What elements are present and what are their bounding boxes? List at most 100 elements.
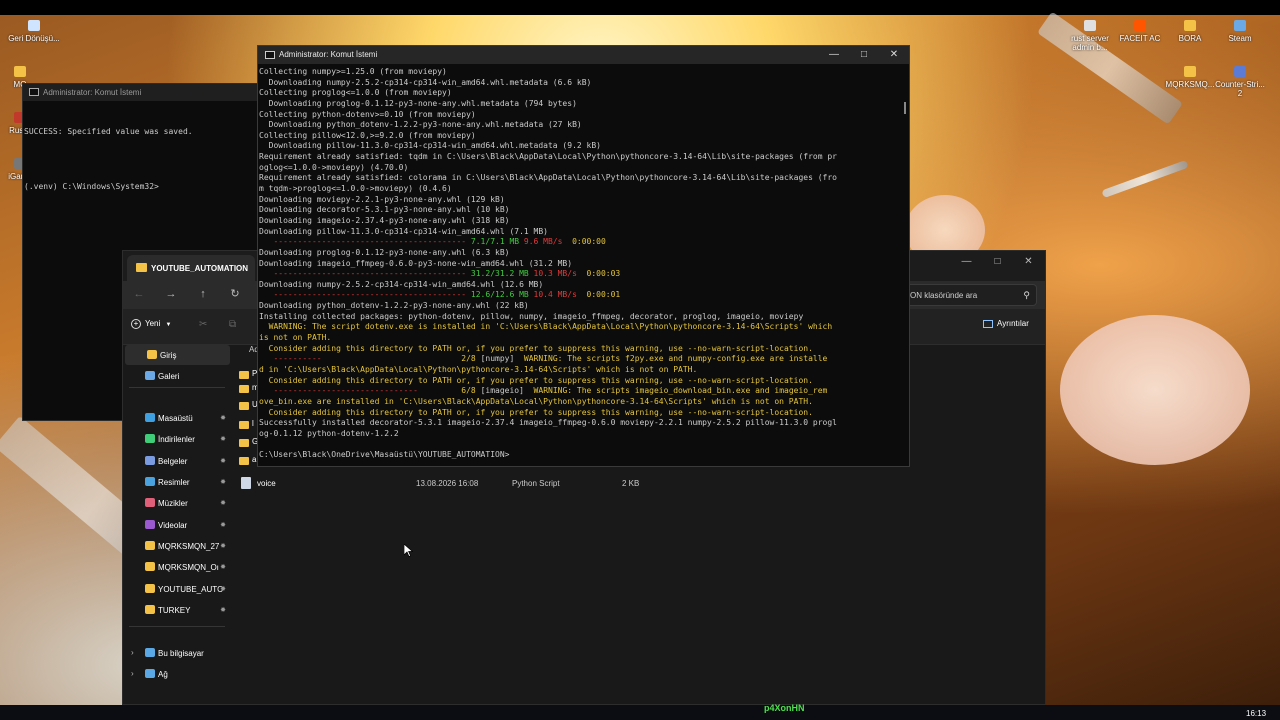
sidebar-item-folder[interactable]: TURKEY ✸: [123, 600, 228, 620]
explorer-tab[interactable]: YOUTUBE_AUTOMATION: [127, 255, 255, 281]
command-prompt-window[interactable]: Administrator: Komut İstemi — □ ✕ Collec…: [257, 45, 910, 467]
sidebar-item-computer[interactable]: › Bu bilgisayar: [123, 643, 228, 663]
cmd-main-titlebar[interactable]: Administrator: Komut İstemi — □ ✕: [258, 46, 909, 64]
terminal-text: og-0.1.12 python-dotenv-1.2.2: [259, 428, 399, 438]
folder-icon: [145, 584, 155, 593]
pin-icon: ✸: [220, 500, 226, 507]
file-row-voice[interactable]: voice 13.08.2026 16:08 Python Script 2 K…: [241, 475, 801, 493]
cmd-main-output[interactable]: Collecting numpy>=1.25.0 (from moviepy) …: [259, 67, 902, 465]
terminal-text: Consider adding this directory to PATH o…: [259, 375, 813, 385]
pin-icon: ✸: [220, 564, 226, 571]
cut-icon[interactable]: ✂: [199, 319, 207, 330]
terminal-text: Collecting numpy>=1.25.0 (from moviepy): [259, 67, 447, 76]
mouse-cursor-icon: [404, 544, 413, 557]
sidebar-item-label: MQRKSMQN_Oı: [158, 563, 219, 572]
sidebar-item-folder[interactable]: YOUTUBE_AUTC ✸: [123, 579, 228, 599]
file-date: 13.08.2026 16:08: [416, 479, 479, 488]
forward-arrow-icon[interactable]: →: [163, 287, 179, 301]
folder-icon: [239, 421, 249, 429]
cmd-small-titlebar[interactable]: Administrator: Komut İstemi: [23, 84, 261, 101]
chevron-right-icon[interactable]: ›: [131, 669, 134, 678]
cmd-small-output[interactable]: SUCCESS: Specified value was saved. (.ve…: [23, 101, 261, 214]
sidebar-item-pictures[interactable]: Resimler ✸: [123, 472, 228, 492]
scrollbar-thumb[interactable]: [904, 102, 906, 114]
sidebar-item-label: Ağ: [158, 670, 168, 679]
python-file-icon: [241, 477, 251, 489]
search-icon[interactable]: ⚲: [1023, 290, 1030, 301]
sidebar-item-label: Masaüstü: [158, 414, 193, 423]
new-button-label: Yeni: [145, 319, 161, 328]
terminal-text: Collecting proglog<=1.0.0 (from moviepy): [259, 88, 452, 98]
desktop-icon-label: Counter-Stri... 2: [1215, 80, 1265, 98]
terminal-text: 10.4 MB/s: [528, 290, 577, 300]
desktop-icon[interactable]: rust server admin b...: [1062, 20, 1118, 52]
explorer-search-input[interactable]: ON klasöründe ara ⚲: [905, 284, 1037, 306]
sidebar-divider: [129, 626, 225, 627]
chevron-right-icon[interactable]: ›: [131, 648, 134, 657]
folder-name[interactable]: l: [252, 419, 254, 428]
terminal-line: Consider adding this directory to PATH o…: [259, 344, 902, 355]
new-button[interactable]: + Yeni ▼: [131, 319, 171, 329]
refresh-icon[interactable]: ↻: [227, 287, 243, 301]
cmd-main-title: Administrator: Komut İstemi: [279, 50, 378, 59]
copy-icon[interactable]: ⧉: [229, 319, 236, 330]
folder-icon: [145, 562, 155, 571]
desktop-icon[interactable]: FACEIT AC: [1112, 20, 1168, 43]
terminal-text: Requirement already satisfied: colorama …: [259, 173, 837, 183]
maximize-icon[interactable]: □: [849, 46, 879, 64]
sidebar-item-label: Belgeler: [158, 457, 188, 466]
sidebar-item-download[interactable]: İndirilenler ✸: [123, 429, 228, 449]
desktop-icon[interactable]: BORA: [1162, 20, 1218, 43]
terminal-line: Requirement already satisfied: colorama …: [259, 173, 902, 184]
terminal-text: ----------------------------------------: [259, 269, 471, 279]
pictures-icon: [145, 477, 155, 486]
shortcut-icon: [1184, 20, 1196, 31]
sidebar-divider: [129, 387, 225, 388]
terminal-line: Installing collected packages: python-do…: [259, 312, 902, 323]
pin-icon: ✸: [220, 543, 226, 550]
sidebar-item-folder[interactable]: MQRKSMQN_27 ✸: [123, 536, 228, 556]
pin-icon: ✸: [220, 586, 226, 593]
terminal-line: Downloading imageio-2.37.4-py3-none-any.…: [259, 216, 902, 227]
close-icon[interactable]: ✕: [879, 46, 909, 64]
sidebar-item-music[interactable]: Müzikler ✸: [123, 493, 228, 513]
home-icon: [147, 350, 157, 359]
sidebar-item-videos[interactable]: Videolar ✸: [123, 515, 228, 535]
desktop-icon[interactable]: Counter-Stri... 2: [1212, 66, 1268, 98]
close-icon[interactable]: ✕: [1018, 256, 1039, 267]
terminal-line: is not on PATH.: [259, 333, 902, 344]
terminal-text: 0:00:01: [576, 290, 621, 300]
terminal-text: is not on PATH.: [259, 333, 332, 343]
terminal-line: Downloading numpy-2.5.2-cp314-cp314-win_…: [259, 280, 902, 291]
up-arrow-icon[interactable]: ↑: [195, 287, 211, 301]
folder-name[interactable]: a: [252, 455, 256, 464]
folder-icon: [239, 385, 249, 393]
terminal-text: WARNING: The scripts f2py.exe and numpy-…: [514, 354, 828, 364]
shortcut-icon: [1234, 66, 1246, 77]
back-arrow-icon[interactable]: ←: [131, 287, 147, 301]
terminal-text: WARNING: The scripts imageio_download_bi…: [523, 386, 828, 396]
sidebar-item-home[interactable]: Giriş: [125, 345, 230, 365]
maximize-icon[interactable]: □: [987, 256, 1008, 267]
desktop-icon[interactable]: Geri Dönüşü...: [6, 20, 62, 43]
music-icon: [145, 498, 155, 507]
taskbar: [0, 705, 1280, 720]
terminal-icon: [29, 88, 39, 96]
taskbar-clock[interactable]: 16:13: [1246, 709, 1266, 718]
folder-icon: [145, 541, 155, 550]
details-button[interactable]: Ayrıntılar: [983, 319, 1029, 328]
minimize-icon[interactable]: —: [819, 46, 849, 64]
sidebar-item-desktop[interactable]: Masaüstü ✸: [123, 408, 228, 428]
desktop-icon-label: Geri Dönüşü...: [8, 34, 60, 43]
desktop-icon[interactable]: Steam: [1212, 20, 1268, 43]
sidebar-item-folder[interactable]: MQRKSMQN_Oı ✸: [123, 557, 228, 577]
terminal-line: Consider adding this directory to PATH o…: [259, 376, 902, 387]
terminal-line: d in 'C:\Users\Black\AppData\Local\Pytho…: [259, 365, 902, 376]
cmd-small-prompt: (.venv) C:\Windows\System32>: [24, 182, 159, 191]
sidebar-item-network[interactable]: › Ağ: [123, 664, 228, 684]
terminal-text: Downloading decorator-5.3.1-py3-none-any…: [259, 205, 510, 215]
sidebar-item-gallery[interactable]: Galeri: [123, 366, 228, 386]
minimize-icon[interactable]: —: [956, 256, 977, 267]
sidebar-item-documents[interactable]: Belgeler ✸: [123, 451, 228, 471]
desktop-icon[interactable]: MQRKSMQ...: [1162, 66, 1218, 89]
